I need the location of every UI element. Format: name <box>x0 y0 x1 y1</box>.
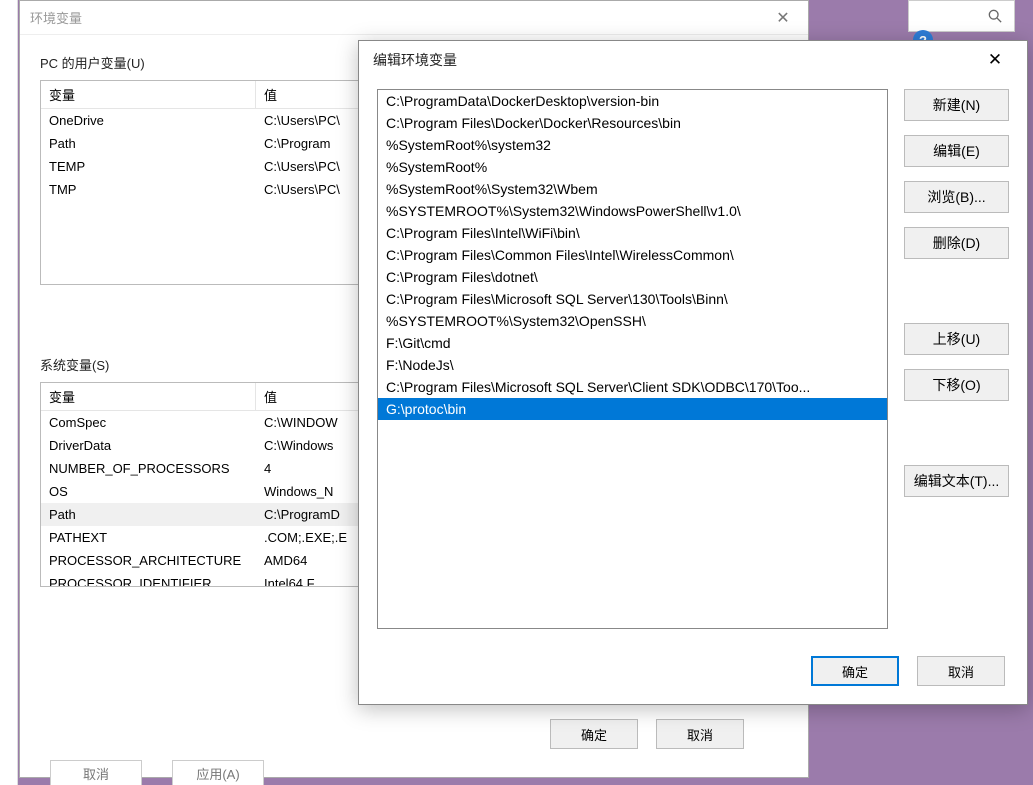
var-name: PATHEXT <box>41 528 256 547</box>
list-item[interactable]: %SystemRoot%\System32\Wbem <box>378 178 887 200</box>
search-box[interactable] <box>908 0 1015 32</box>
browse-button[interactable]: 浏览(B)... <box>904 181 1009 213</box>
ok-button[interactable]: 确定 <box>811 656 899 686</box>
delete-button[interactable]: 删除(D) <box>904 227 1009 259</box>
list-item[interactable]: %SystemRoot%\system32 <box>378 134 887 156</box>
cancel-button[interactable]: 取消 <box>917 656 1005 686</box>
var-name: TEMP <box>41 157 256 176</box>
list-item[interactable]: C:\Program Files\Microsoft SQL Server\Cl… <box>378 376 887 398</box>
close-icon[interactable]: ✕ <box>768 3 798 33</box>
edit-dialog-title: 编辑环境变量 <box>373 50 457 70</box>
var-name: ComSpec <box>41 413 256 432</box>
list-item[interactable]: F:\NodeJs\ <box>378 354 887 376</box>
left-panel-sliver <box>0 0 18 785</box>
move-down-button[interactable]: 下移(O) <box>904 369 1009 401</box>
var-name: Path <box>41 134 256 153</box>
env-dialog-titlebar: 环境变量 ✕ <box>20 1 808 35</box>
list-item[interactable]: C:\Program Files\Microsoft SQL Server\13… <box>378 288 887 310</box>
list-item[interactable]: C:\Program Files\dotnet\ <box>378 266 887 288</box>
var-name: PROCESSOR_ARCHITECTURE <box>41 551 256 570</box>
close-icon[interactable]: ✕ <box>977 45 1013 75</box>
edit-button[interactable]: 编辑(E) <box>904 135 1009 167</box>
var-name: NUMBER_OF_PROCESSORS <box>41 459 256 478</box>
col-header-var[interactable]: 变量 <box>41 81 256 108</box>
cancel2-button[interactable]: 取消 <box>50 760 142 785</box>
edit-text-button[interactable]: 编辑文本(T)... <box>904 465 1009 497</box>
move-up-button[interactable]: 上移(U) <box>904 323 1009 355</box>
env-dialog-title: 环境变量 <box>30 8 82 27</box>
edit-env-var-dialog: 编辑环境变量 ✕ C:\ProgramData\DockerDesktop\ve… <box>358 40 1028 705</box>
col-header-var[interactable]: 变量 <box>41 383 256 410</box>
var-name: Path <box>41 505 256 524</box>
list-item[interactable]: %SYSTEMROOT%\System32\WindowsPowerShell\… <box>378 200 887 222</box>
var-name: DriverData <box>41 436 256 455</box>
list-item[interactable]: %SYSTEMROOT%\System32\OpenSSH\ <box>378 310 887 332</box>
var-name: OS <box>41 482 256 501</box>
edit-dialog-titlebar: 编辑环境变量 ✕ <box>359 41 1027 79</box>
list-item[interactable]: C:\Program Files\Intel\WiFi\bin\ <box>378 222 887 244</box>
var-name: TMP <box>41 180 256 199</box>
var-name: PROCESSOR_IDENTIFIER <box>41 574 256 587</box>
path-list[interactable]: C:\ProgramData\DockerDesktop\version-bin… <box>377 89 888 629</box>
var-name: OneDrive <box>41 111 256 130</box>
search-icon <box>988 9 1002 23</box>
apply-button[interactable]: 应用(A) <box>172 760 264 785</box>
list-item[interactable]: C:\Program Files\Common Files\Intel\Wire… <box>378 244 887 266</box>
list-item[interactable]: F:\Git\cmd <box>378 332 887 354</box>
new-button[interactable]: 新建(N) <box>904 89 1009 121</box>
list-item[interactable]: G:\protoc\bin <box>378 398 887 420</box>
ok-button[interactable]: 确定 <box>550 719 638 749</box>
list-item[interactable]: %SystemRoot% <box>378 156 887 178</box>
list-item[interactable]: C:\Program Files\Docker\Docker\Resources… <box>378 112 887 134</box>
cancel-button[interactable]: 取消 <box>656 719 744 749</box>
list-item[interactable]: C:\ProgramData\DockerDesktop\version-bin <box>378 90 887 112</box>
